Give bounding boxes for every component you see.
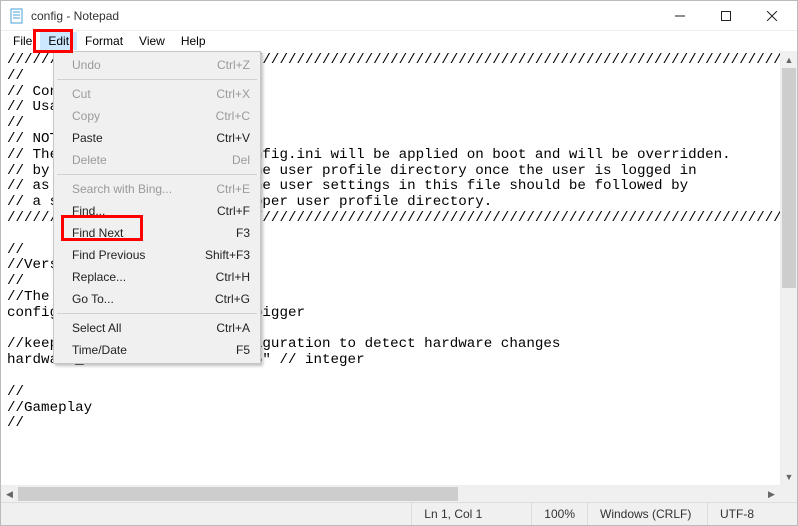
vertical-scrollbar-thumb[interactable] (782, 68, 796, 288)
menu-bar: File Edit Format View Help (1, 31, 797, 51)
menu-view[interactable]: View (131, 32, 173, 50)
menu-item-copy[interactable]: CopyCtrl+C (56, 105, 258, 127)
menu-item-undo[interactable]: UndoCtrl+Z (56, 54, 258, 76)
status-position: Ln 1, Col 1 (411, 503, 531, 525)
window-title: config - Notepad (31, 9, 119, 23)
menu-item-find-previous[interactable]: Find PreviousShift+F3 (56, 244, 258, 266)
menu-item-paste[interactable]: PasteCtrl+V (56, 127, 258, 149)
status-line-ending: Windows (CRLF) (587, 503, 707, 525)
menu-item-search-bing[interactable]: Search with Bing...Ctrl+E (56, 178, 258, 200)
vertical-scrollbar[interactable]: ▲ ▼ (780, 51, 797, 485)
menu-help[interactable]: Help (173, 32, 214, 50)
menu-item-find[interactable]: Find...Ctrl+F (56, 200, 258, 222)
scroll-corner (780, 485, 797, 502)
scroll-up-arrow-icon[interactable]: ▲ (781, 51, 797, 68)
menu-edit[interactable]: Edit (40, 32, 77, 50)
menu-item-find-next[interactable]: Find NextF3 (56, 222, 258, 244)
status-zoom: 100% (531, 503, 587, 525)
edit-dropdown-menu: UndoCtrl+Z CutCtrl+X CopyCtrl+C PasteCtr… (53, 51, 261, 364)
title-bar: config - Notepad (1, 1, 797, 31)
horizontal-scrollbar-thumb[interactable] (18, 487, 458, 501)
menu-item-time-date[interactable]: Time/DateF5 (56, 339, 258, 361)
menu-item-delete[interactable]: DeleteDel (56, 149, 258, 171)
status-bar: Ln 1, Col 1 100% Windows (CRLF) UTF-8 (1, 502, 797, 525)
minimize-button[interactable] (657, 1, 703, 31)
menu-item-replace[interactable]: Replace...Ctrl+H (56, 266, 258, 288)
close-button[interactable] (749, 1, 795, 31)
scroll-right-arrow-icon[interactable]: ▶ (763, 486, 780, 502)
horizontal-scrollbar[interactable]: ◀ ▶ (1, 485, 780, 502)
scroll-down-arrow-icon[interactable]: ▼ (781, 468, 797, 485)
notepad-icon (9, 8, 25, 24)
status-encoding: UTF-8 (707, 503, 797, 525)
menu-format[interactable]: Format (77, 32, 131, 50)
menu-file[interactable]: File (5, 32, 40, 50)
maximize-button[interactable] (703, 1, 749, 31)
menu-item-cut[interactable]: CutCtrl+X (56, 83, 258, 105)
menu-item-select-all[interactable]: Select AllCtrl+A (56, 317, 258, 339)
scroll-left-arrow-icon[interactable]: ◀ (1, 486, 18, 502)
menu-item-goto[interactable]: Go To...Ctrl+G (56, 288, 258, 310)
